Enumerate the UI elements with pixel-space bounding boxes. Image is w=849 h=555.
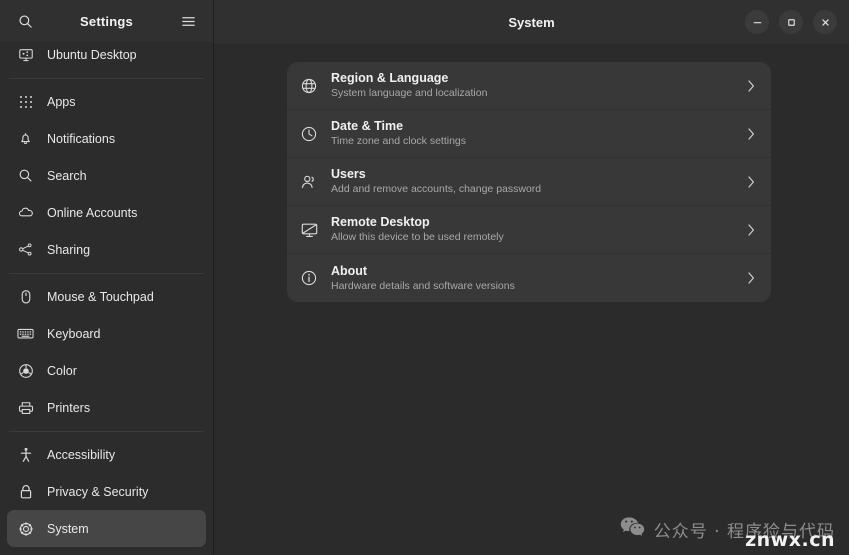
users-icon — [299, 172, 319, 192]
sidebar-item-label: Color — [47, 363, 77, 378]
row-subtitle: Hardware details and software versions — [331, 279, 515, 292]
globe-icon — [299, 76, 319, 96]
sidebar-item-label: Apps — [47, 94, 76, 109]
wechat-icon — [620, 516, 645, 543]
row-subtitle: Add and remove accounts, change password — [331, 183, 542, 195]
row-title: Users — [331, 167, 366, 181]
sidebar-item-label: Online Accounts — [47, 205, 138, 220]
sidebar-item-ubuntu-desktop[interactable]: Ubuntu Desktop — [7, 42, 206, 73]
sidebar-item-search[interactable]: Search — [7, 157, 206, 194]
color-wheel-icon — [17, 362, 34, 379]
sidebar-item-label: Ubuntu Desktop — [47, 47, 137, 62]
sidebar-item-apps[interactable]: Apps — [7, 83, 206, 120]
watermark-overlay-text: znwx.cn — [745, 529, 835, 551]
sidebar-nav-scroll[interactable]: Ubuntu Desktop Apps Notifications Search… — [0, 42, 213, 555]
sidebar-item-label: Keyboard — [47, 326, 101, 341]
chevron-right-icon — [745, 270, 757, 286]
sidebar-item-label: Privacy & Security — [47, 484, 149, 499]
search-icon — [17, 167, 34, 184]
sidebar-item-label: Search — [47, 168, 87, 183]
chevron-right-icon — [745, 78, 757, 94]
sidebar-item-label: System — [47, 521, 89, 536]
row-subtitle: System language and localization — [331, 87, 488, 99]
sidebar-item-label: Mouse & Touchpad — [47, 289, 154, 304]
row-title: Date & Time — [331, 119, 404, 133]
row-about[interactable]: About Hardware details and software vers… — [287, 254, 771, 302]
sidebar-item-mouse-touchpad[interactable]: Mouse & Touchpad — [7, 278, 206, 315]
row-text: Users Add and remove accounts, change pa… — [331, 167, 733, 196]
nav-group-desktop: Ubuntu Desktop — [7, 42, 206, 78]
sidebar: Settings Ubuntu Desktop Apps Notificatio… — [0, 0, 214, 555]
main-panel: System Region & Language System language… — [214, 0, 849, 555]
row-remote-desktop[interactable]: Remote Desktop Allow this device to be u… — [287, 206, 771, 254]
chevron-right-icon — [745, 222, 757, 238]
settings-window: Settings Ubuntu Desktop Apps Notificatio… — [0, 0, 849, 555]
sidebar-item-label: Printers — [47, 400, 91, 415]
bell-icon — [17, 130, 34, 147]
share-nodes-icon — [17, 241, 34, 258]
sidebar-item-notifications[interactable]: Notifications — [7, 120, 206, 157]
sidebar-item-system[interactable]: System — [7, 510, 206, 547]
row-subtitle: Time zone and clock settings — [331, 135, 467, 147]
lock-icon — [17, 483, 34, 500]
nav-group-devices: Mouse & Touchpad Keyboard Color Printers — [7, 274, 206, 431]
window-controls — [745, 10, 837, 34]
sidebar-item-label: Accessibility — [47, 447, 116, 462]
sidebar-item-label: Sharing — [47, 242, 91, 257]
watermark: 公众号 · 程序猃与代码 — [620, 516, 835, 543]
watermark-text: 公众号 · 程序猃与代码 — [653, 522, 835, 542]
keyboard-icon — [17, 325, 34, 342]
cloud-icon — [17, 204, 34, 221]
row-title: Region & Language — [331, 71, 449, 85]
apps-grid-icon — [17, 93, 34, 110]
remote-desktop-icon — [299, 220, 319, 240]
settings-content: Region & Language System language and lo… — [214, 44, 849, 555]
nav-group-system: Accessibility Privacy & Security System — [7, 432, 206, 552]
row-text: Region & Language System language and lo… — [331, 71, 733, 100]
row-users[interactable]: Users Add and remove accounts, change pa… — [287, 158, 771, 206]
sidebar-item-keyboard[interactable]: Keyboard — [7, 315, 206, 352]
ubuntu-desktop-icon — [17, 46, 34, 63]
minimize-button[interactable] — [745, 10, 769, 34]
row-text: Remote Desktop Allow this device to be u… — [331, 215, 733, 244]
row-date-time[interactable]: Date & Time Time zone and clock settings — [287, 110, 771, 158]
sidebar-item-color[interactable]: Color — [7, 352, 206, 389]
sidebar-item-sharing[interactable]: Sharing — [7, 231, 206, 268]
sidebar-title: Settings — [80, 13, 133, 29]
mouse-icon — [17, 288, 34, 305]
gear-icon — [17, 520, 34, 537]
chevron-right-icon — [745, 174, 757, 190]
sidebar-item-label: Notifications — [47, 131, 116, 146]
search-icon[interactable] — [12, 8, 38, 34]
row-text: Date & Time Time zone and clock settings — [331, 119, 733, 148]
sidebar-item-privacy-security[interactable]: Privacy & Security — [7, 473, 206, 510]
sidebar-item-printers[interactable]: Printers — [7, 389, 206, 426]
chevron-right-icon — [745, 126, 757, 142]
row-subtitle: Allow this device to be used remotely — [331, 231, 504, 243]
printer-icon — [17, 399, 34, 416]
row-region-language[interactable]: Region & Language System language and lo… — [287, 62, 771, 110]
info-icon — [299, 268, 319, 288]
row-title: Remote Desktop — [331, 215, 430, 229]
system-settings-card: Region & Language System language and lo… — [287, 62, 771, 302]
maximize-button[interactable] — [779, 10, 803, 34]
clock-icon — [299, 124, 319, 144]
row-title: About — [331, 263, 368, 278]
sidebar-header: Settings — [0, 0, 213, 42]
nav-group-personal: Apps Notifications Search Online Account… — [7, 79, 206, 273]
sidebar-item-online-accounts[interactable]: Online Accounts — [7, 194, 206, 231]
row-text: About Hardware details and software vers… — [331, 264, 733, 293]
hamburger-menu-icon[interactable] — [175, 8, 201, 34]
accessibility-person-icon — [17, 446, 34, 463]
window-titlebar: System — [214, 0, 849, 44]
sidebar-item-accessibility[interactable]: Accessibility — [7, 436, 206, 473]
close-button[interactable] — [813, 10, 837, 34]
